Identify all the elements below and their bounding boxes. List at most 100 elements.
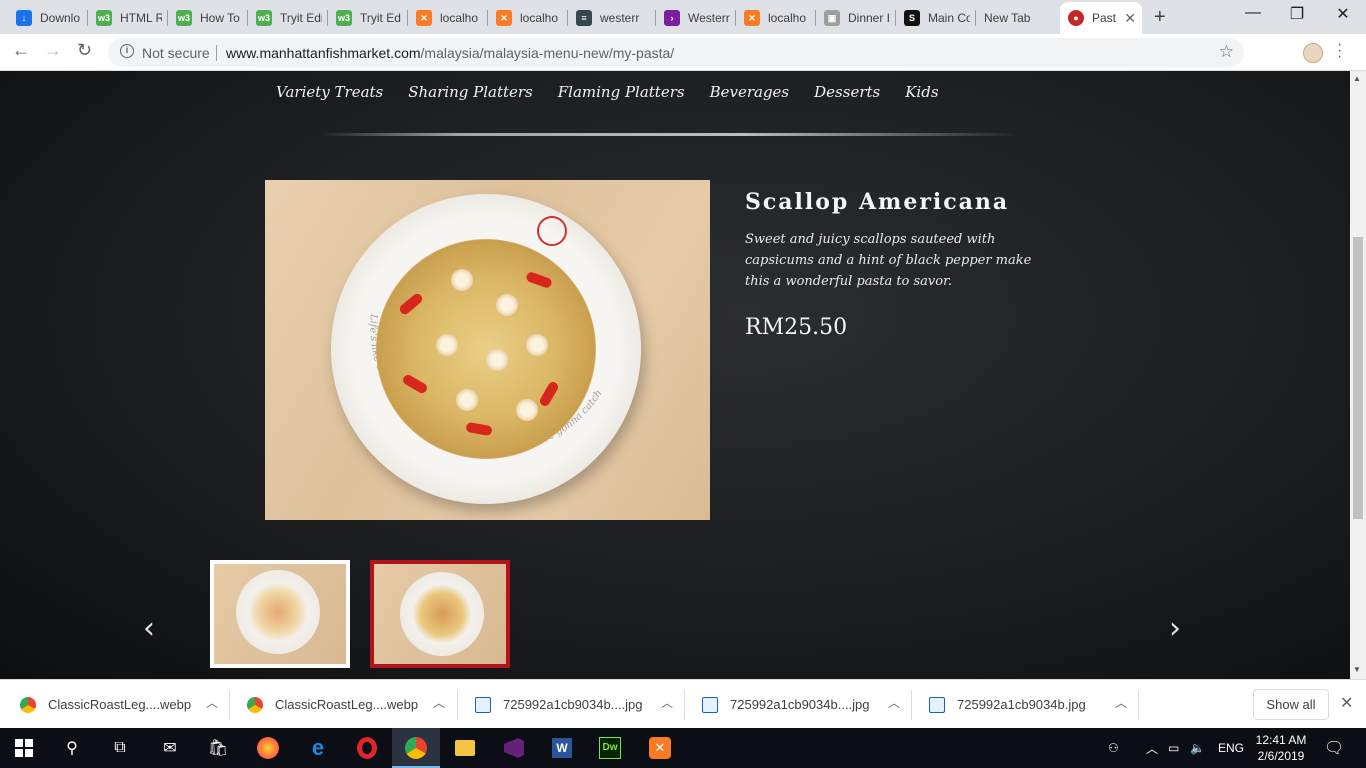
download-item[interactable]: ClassicRoastLeg....webp ︿ (247, 680, 457, 729)
chevron-up-icon[interactable]: ︿ (206, 694, 218, 711)
image-file-icon (475, 696, 491, 713)
minimize-icon[interactable]: — (1230, 4, 1276, 22)
nav-desserts[interactable]: Desserts (814, 83, 880, 101)
maximize-icon[interactable]: ❐ (1274, 4, 1320, 24)
chrome-taskbar-icon[interactable] (404, 736, 428, 760)
xampp-taskbar-icon[interactable]: ✕ (648, 736, 672, 760)
dish-photo: Life's like a sea of fish. You'll never … (265, 180, 710, 520)
image-icon: ▣ (824, 10, 840, 26)
image-file-icon (929, 696, 945, 713)
visual-studio-icon[interactable] (502, 736, 526, 760)
chrome-icon (20, 696, 36, 713)
close-shelf-icon[interactable]: ✕ (1340, 693, 1353, 713)
scroll-up-icon[interactable]: ▲ (1353, 74, 1361, 83)
chrome-icon (247, 696, 263, 713)
dish-title: Scallop Americana (745, 189, 1010, 215)
w3schools-icon: w3 (176, 10, 192, 26)
download-item[interactable]: 725992a1cb9034b....jpg ︿ (475, 680, 685, 729)
new-tab-plus-icon[interactable]: + (1154, 6, 1166, 29)
clock[interactable]: 12:41 AM 2/6/2019 (1250, 732, 1312, 764)
tab-western-2[interactable]: › Westerr (656, 2, 736, 34)
menu-dots-icon[interactable]: · · · (1337, 37, 1342, 65)
tab-pasta-active[interactable]: ● Past ✕ (1060, 2, 1142, 34)
tab-tryit-2[interactable]: w3 Tryit Ed (328, 2, 408, 34)
xampp-icon: ✕ (496, 10, 512, 26)
tab-strip: ↓ Downlo w3 HTML R w3 How To w3 Tryit Edi w3… (0, 0, 1366, 34)
dish-description: Sweet and juicy scallops sauteed with ca… (745, 232, 1032, 289)
people-icon[interactable]: ⚇ (1108, 728, 1119, 768)
store-icon[interactable]: 🛍 (206, 736, 230, 760)
url-text[interactable]: www.manhattanfishmarket.com/malaysia/mal… (226, 45, 674, 61)
arrow-icon: › (664, 10, 680, 26)
dish-price: RM25.50 (745, 315, 848, 340)
edge-icon[interactable]: e (306, 735, 330, 760)
profile-avatar[interactable] (1303, 43, 1323, 63)
back-icon[interactable]: ← (12, 40, 30, 61)
close-window-icon[interactable]: ✕ (1320, 4, 1366, 24)
mfm-icon: ● (1068, 10, 1084, 26)
word-icon[interactable]: W (550, 736, 574, 760)
chevron-up-icon[interactable]: ︿ (661, 694, 673, 711)
tab-tryit-1[interactable]: w3 Tryit Edi (248, 2, 328, 34)
download-item[interactable]: 725992a1cb9034b.jpg ︿ (929, 680, 1139, 729)
tab-western-1[interactable]: ≡ westerr (568, 2, 656, 34)
xampp-icon: ✕ (744, 10, 760, 26)
carousel-next-icon[interactable]: › (1169, 611, 1181, 646)
tab-dinner[interactable]: ▣ Dinner I (816, 2, 896, 34)
download-item[interactable]: 725992a1cb9034b....jpg ︿ (702, 680, 912, 729)
scroll-thumb[interactable] (1353, 237, 1363, 519)
dreamweaver-icon[interactable]: Dw (598, 736, 622, 760)
file-explorer-icon[interactable] (453, 736, 477, 760)
w3schools-icon: w3 (336, 10, 352, 26)
tab-new-tab[interactable]: New Tab (976, 2, 1060, 34)
nav-beverages[interactable]: Beverages (710, 83, 790, 101)
download-icon: ↓ (16, 10, 32, 26)
firefox-icon[interactable] (256, 736, 280, 760)
download-item[interactable]: ClassicRoastLeg....webp ︿ (20, 680, 230, 729)
notifications-icon[interactable]: 🗨 (1324, 728, 1344, 768)
carousel-prev-icon[interactable]: ‹ (143, 611, 155, 646)
page-icon: ≡ (576, 10, 592, 26)
tab-localhost-1[interactable]: ✕ localho (408, 2, 488, 34)
thumbnail-pasta-1[interactable] (210, 560, 350, 668)
tab-localhost-2[interactable]: ✕ localho (488, 2, 568, 34)
tab-main-course[interactable]: S Main Co (896, 2, 976, 34)
info-icon[interactable]: i (120, 44, 134, 58)
chevron-up-icon[interactable]: ︿ (433, 694, 445, 711)
mail-icon[interactable]: ✉ (158, 736, 182, 760)
page-viewport: Variety Treats Sharing Platters Flaming … (0, 71, 1350, 679)
search-icon[interactable]: ⚲ (60, 736, 84, 760)
show-all-button[interactable]: Show all (1253, 689, 1329, 720)
address-bar[interactable]: i Not secure www.manhattanfishmarket.com… (108, 38, 1244, 67)
tab-downloads[interactable]: ↓ Downlo (8, 2, 88, 34)
category-nav: Variety Treats Sharing Platters Flaming … (276, 83, 964, 101)
volume-icon[interactable]: 🔈 (1190, 728, 1205, 768)
windows-taskbar: ⚲ ⧉ ✉ 🛍 e W Dw ✕ ⚇ ︿ ▭ 🔈 ENG 12:41 AM 2/… (0, 728, 1366, 768)
browser-toolbar: ← → ↻ i Not secure www.manhattanfishmark… (0, 34, 1366, 71)
nav-variety-treats[interactable]: Variety Treats (276, 83, 383, 101)
tray-chevron-icon[interactable]: ︿ (1146, 728, 1158, 768)
pasta-image (376, 239, 596, 459)
scroll-down-icon[interactable]: ▼ (1353, 665, 1361, 674)
nav-kids[interactable]: Kids (905, 83, 938, 101)
tab-localhost-3[interactable]: ✕ localho (736, 2, 816, 34)
tab-html-r[interactable]: w3 HTML R (88, 2, 168, 34)
nav-flaming-platters[interactable]: Flaming Platters (558, 83, 685, 101)
battery-icon[interactable]: ▭ (1168, 728, 1179, 768)
tab-how-to[interactable]: w3 How To (168, 2, 248, 34)
thumbnail-scallop-americana[interactable] (370, 560, 510, 668)
nav-sharing-platters[interactable]: Sharing Platters (408, 83, 533, 101)
language-indicator[interactable]: ENG (1218, 728, 1244, 768)
windows-start-icon[interactable] (12, 736, 36, 760)
close-tab-icon[interactable]: ✕ (1124, 10, 1136, 27)
bookmark-star-icon[interactable]: ☆ (1219, 42, 1234, 62)
forward-icon[interactable]: → (44, 40, 62, 61)
page-scrollbar[interactable]: ▲ ▼ (1350, 71, 1366, 679)
chevron-up-icon[interactable]: ︿ (1115, 694, 1127, 711)
s-icon: S (904, 10, 920, 26)
reload-icon[interactable]: ↻ (77, 40, 92, 61)
task-view-icon[interactable]: ⧉ (108, 736, 132, 760)
chevron-up-icon[interactable]: ︿ (888, 694, 900, 711)
opera-icon[interactable] (355, 736, 379, 760)
logo-stamp-icon (537, 216, 567, 246)
